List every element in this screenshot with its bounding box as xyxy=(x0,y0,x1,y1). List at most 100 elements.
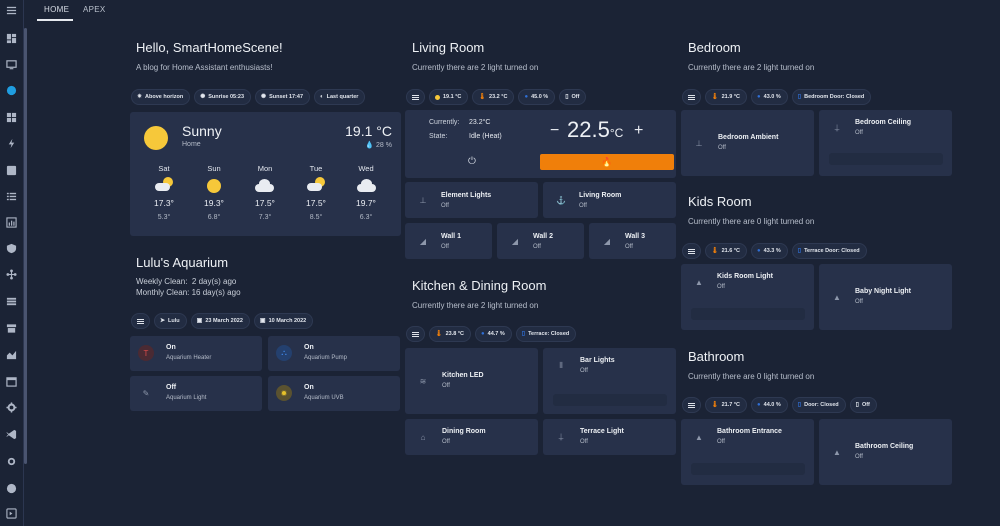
kitchen-humidity-chip[interactable]: ● 44.7 % xyxy=(475,326,512,342)
moon-phase-chip[interactable]: ◐ Last quarter xyxy=(314,89,366,105)
heat-mode-button[interactable]: 🔥 xyxy=(540,154,674,170)
baby-night-light-tile[interactable]: ▲ Baby Night Light Off xyxy=(819,264,952,330)
list-icon[interactable] xyxy=(5,190,18,203)
thermostat-increase-button[interactable]: + xyxy=(634,122,643,140)
kids-temp-chip[interactable]: 🌡 21.6 °C xyxy=(705,243,748,259)
water-drop-icon: ● xyxy=(481,331,485,337)
tab-apex[interactable]: APEX xyxy=(83,5,106,14)
tab-home[interactable]: HOME xyxy=(44,5,69,14)
gear-icon[interactable] xyxy=(5,401,18,414)
outdoor-temp-chip[interactable]: 19.1 °C xyxy=(429,89,469,105)
bar-lamps-icon: ⫴ xyxy=(559,361,563,370)
bedroom-ambient-tile[interactable]: ⊥ Bedroom Ambient Off xyxy=(681,110,814,176)
fish-icon: ➤ xyxy=(160,318,166,324)
tile-slider[interactable] xyxy=(829,153,943,165)
bedroom-door-chip[interactable]: ▯ Bedroom Door: Closed xyxy=(791,89,872,105)
palette-icon[interactable] xyxy=(5,84,18,97)
living-menu-chip[interactable] xyxy=(406,89,425,105)
power-icon[interactable]: ⏻ xyxy=(468,156,476,167)
vscode-icon[interactable] xyxy=(5,428,18,441)
network-icon[interactable] xyxy=(5,268,18,281)
bathroom-humidity-chip[interactable]: ● 44.0 % xyxy=(751,397,788,413)
aquarium-uvb-tile[interactable]: ✹ On Aquarium UVB xyxy=(268,376,400,411)
thermostat-target: 22.5°C xyxy=(567,117,624,142)
ceiling-light-icon: ▲ xyxy=(695,277,703,287)
bedroom-humidity-chip[interactable]: ● 43.0 % xyxy=(751,89,788,105)
aquarium-menu-chip[interactable] xyxy=(131,313,150,329)
aquarium-heater-tile[interactable]: T On Aquarium Heater xyxy=(130,336,262,371)
area-chart-icon[interactable] xyxy=(5,348,18,361)
menu-icon[interactable] xyxy=(5,4,18,17)
menu-icon xyxy=(688,248,695,254)
tv-chip[interactable]: ▯ Off xyxy=(559,89,587,105)
dashboard-icon[interactable] xyxy=(5,32,18,45)
water-drop-icon: ● xyxy=(757,402,761,408)
fish-chip[interactable]: ➤ Lulu xyxy=(154,313,187,329)
monitor-icon[interactable] xyxy=(5,58,18,71)
kitchen-menu-chip[interactable] xyxy=(406,326,425,342)
humidity-chip[interactable]: ● 45.0 % xyxy=(518,89,556,105)
sunrise-chip[interactable]: ✺ Sunrise 05:23 xyxy=(194,89,252,105)
thermostat-decrease-button[interactable]: − xyxy=(550,122,559,140)
weather-card[interactable]: Sunny Home 19.1 °C 💧 28 % Sat 17.3° 5.3°… xyxy=(130,112,401,236)
bathroom-door-chip[interactable]: ▯ Door: Closed xyxy=(791,397,846,413)
terrace-light-tile[interactable]: ⍊ Terrace Light Off xyxy=(543,419,676,455)
widgets-icon[interactable] xyxy=(5,111,18,124)
tile-slider[interactable] xyxy=(553,394,667,406)
bathroom-entrance-tile[interactable]: ▲ Bathroom Entrance Off xyxy=(681,419,814,485)
ceiling-light-icon: ⌂ xyxy=(420,432,426,442)
kids-humidity-chip[interactable]: ● 43.3 % xyxy=(751,243,788,259)
menu-icon xyxy=(137,318,144,324)
aquarium-light-tile[interactable]: ✎ Off Aquarium Light xyxy=(130,376,262,411)
dining-room-tile[interactable]: ⌂ Dining Room Off xyxy=(405,419,538,455)
aquarium-pump-tile[interactable]: ⛬ On Aquarium Pump xyxy=(268,336,400,371)
thermostat-card[interactable]: Currently: 23.2°C State: Idle (Heat) ⏻ −… xyxy=(405,110,676,178)
sunny-icon xyxy=(144,126,168,150)
flame-icon: 🔥 xyxy=(601,156,613,167)
sidebar-scrollbar[interactable] xyxy=(24,28,27,464)
wall-2-tile[interactable]: ◢ Wall 2 Off xyxy=(497,223,584,259)
kids-door-chip[interactable]: ▯ Terrace Door: Closed xyxy=(791,243,867,259)
person-card-icon[interactable] xyxy=(5,164,18,177)
sun-icon: ✷ xyxy=(137,94,143,100)
bedroom-temp-chip[interactable]: 🌡 21.9 °C xyxy=(705,89,748,105)
active-tab-indicator xyxy=(37,19,73,21)
sun-icon xyxy=(435,94,440,100)
indoor-temp-chip[interactable]: 🌡 23.2 °C xyxy=(472,89,515,105)
bedroom-menu-chip[interactable] xyxy=(682,89,701,105)
chart-icon[interactable] xyxy=(5,216,18,229)
wall-3-tile[interactable]: ◢ Wall 3 Off xyxy=(589,223,676,259)
lightning-icon[interactable] xyxy=(5,137,18,150)
bathroom-ceiling-tile[interactable]: ▲ Bathroom Ceiling Off xyxy=(819,419,952,485)
layers-icon[interactable] xyxy=(5,295,18,308)
calendar-icon[interactable] xyxy=(5,375,18,388)
kitchen-temp-chip[interactable]: 🌡 23.8 °C xyxy=(429,326,472,342)
sun-state-chip[interactable]: ✷ Above horizon xyxy=(131,89,191,105)
tile-slider[interactable] xyxy=(691,308,805,320)
shield-icon[interactable] xyxy=(5,242,18,255)
sunset-chip[interactable]: ✺ Sunset 17:47 xyxy=(255,89,311,105)
kids-room-light-tile[interactable]: ▲ Kids Room Light Off xyxy=(681,264,814,330)
weekly-clean-chip[interactable]: ▣ 23 March 2022 xyxy=(190,313,250,329)
settings-icon[interactable] xyxy=(5,455,18,468)
element-lights-tile[interactable]: ⊥ Element Lights Off xyxy=(405,182,538,218)
bathroom-menu-chip[interactable] xyxy=(682,397,701,413)
kids-room-title: Kids Room xyxy=(688,194,752,209)
storefront-icon[interactable] xyxy=(5,322,18,335)
living-room-light-tile[interactable]: ⚓ Living Room Off xyxy=(543,182,676,218)
wall-1-tile[interactable]: ◢ Wall 1 Off xyxy=(405,223,492,259)
terrace-door-chip[interactable]: ▯ Terrace: Closed xyxy=(515,326,577,342)
kids-menu-chip[interactable] xyxy=(682,243,701,259)
terminal-icon[interactable] xyxy=(5,507,18,520)
bathroom-temp-chip[interactable]: 🌡 21.7 °C xyxy=(705,397,748,413)
bedroom-ceiling-tile[interactable]: ⍊ Bedroom Ceiling Off xyxy=(819,110,952,176)
monthly-clean-chip[interactable]: ▣ 10 March 2022 xyxy=(253,313,314,329)
kitchen-led-tile[interactable]: ≋ Kitchen LED Off xyxy=(405,348,538,414)
wall-lamp-icon: ◢ xyxy=(511,236,519,246)
compass-icon[interactable] xyxy=(5,482,18,495)
wall-lamp-icon: ◢ xyxy=(419,236,427,246)
bar-lights-tile[interactable]: ⫴ Bar Lights Off xyxy=(543,348,676,414)
bathroom-fan-chip[interactable]: ▯ Off xyxy=(849,397,877,413)
sidebar xyxy=(0,0,24,526)
tile-slider[interactable] xyxy=(691,463,805,475)
